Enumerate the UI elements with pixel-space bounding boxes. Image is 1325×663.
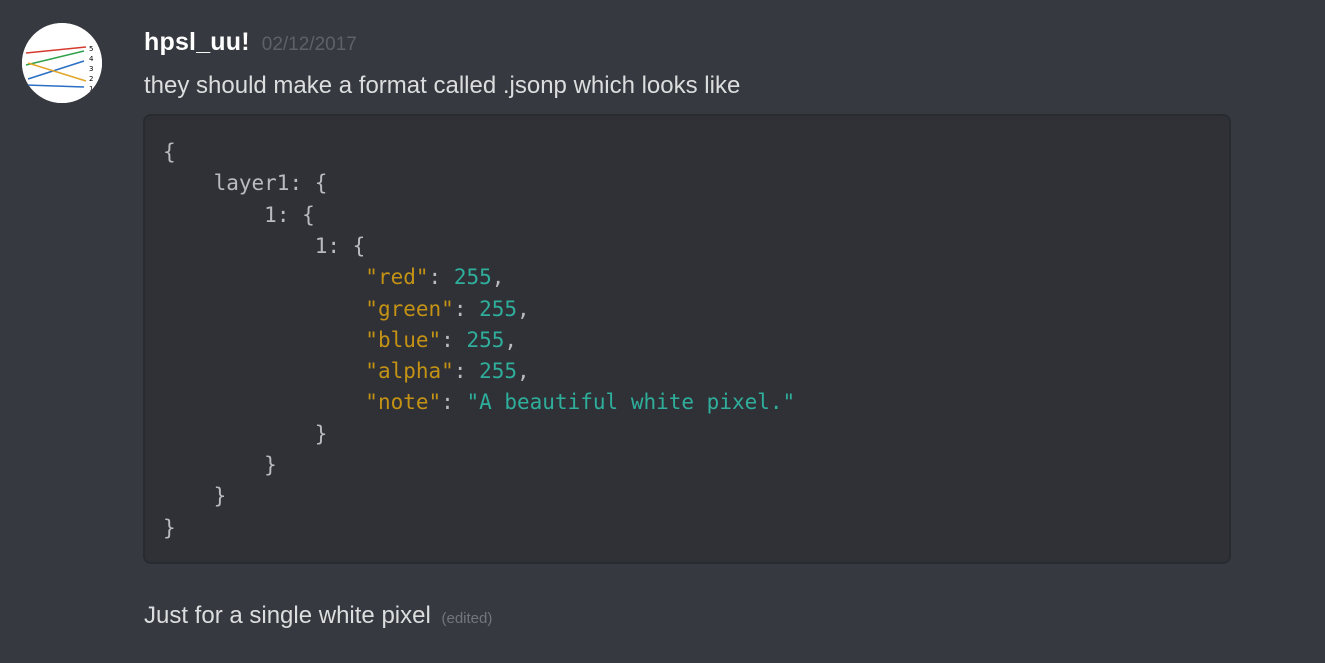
code-line: "blue": 255,: [163, 324, 517, 356]
code-line: layer1: {: [163, 167, 328, 199]
code-token-punct: ,: [517, 296, 530, 321]
svg-text:1: 1: [89, 85, 93, 93]
code-line: }: [163, 418, 328, 450]
code-token-punct: :: [441, 327, 467, 352]
code-token-punct: : {: [327, 233, 366, 258]
code-token-key: "note": [365, 390, 442, 415]
edited-label: (edited): [441, 610, 493, 627]
code-token-plain: 1: [264, 202, 277, 227]
code-token-plain: 1: [314, 233, 328, 258]
avatar[interactable]: 5 4 3 2 1: [22, 23, 102, 103]
code-token-key: "alpha": [365, 359, 454, 384]
message-header: hpsl_uu! 02/12/2017: [144, 28, 357, 62]
message-text-followup: Just for a single white pixel (edited): [144, 602, 492, 630]
code-token-punct: {: [163, 140, 176, 164]
code-line: 1: {: [163, 199, 315, 231]
code-token-punct: :: [441, 390, 467, 415]
svg-text:5: 5: [89, 45, 93, 53]
code-token-punct: }: [163, 515, 176, 540]
svg-text:4: 4: [89, 55, 94, 63]
code-token-punct: ,: [517, 359, 530, 384]
code-line: 1: {: [163, 230, 366, 262]
message-group: 5 4 3 2 1 hpsl_uu! 02/12/2017 they shoul…: [0, 0, 1325, 663]
avatar-graph-icon: 5 4 3 2 1: [22, 23, 102, 103]
message-text: they should make a format called .jsonp …: [144, 72, 741, 99]
code-token-punct: }: [213, 484, 227, 509]
code-line: }: [163, 480, 227, 512]
code-token-key: "red": [365, 265, 429, 290]
code-token-punct: ,: [491, 265, 505, 290]
code-line: "alpha": 255,: [163, 355, 530, 387]
code-token-punct: :: [453, 359, 480, 384]
code-line: "note": "A beautiful white pixel.": [163, 386, 795, 418]
code-token-punct: :: [428, 265, 454, 290]
code-token-punct: }: [314, 421, 328, 446]
code-token-key: "green": [365, 296, 454, 321]
code-token-punct: : {: [276, 202, 315, 227]
code-token-num: 255: [479, 359, 518, 384]
timestamp: 02/12/2017: [261, 34, 357, 55]
code-token-plain: layer1: [213, 171, 290, 196]
code-token-num: 255: [479, 296, 518, 321]
username[interactable]: hpsl_uu!: [144, 28, 250, 57]
svg-text:2: 2: [89, 75, 93, 83]
svg-text:3: 3: [89, 65, 93, 73]
code-line: "red": 255,: [163, 261, 504, 293]
code-token-punct: : {: [289, 171, 328, 196]
code-token-punct: ,: [504, 327, 518, 352]
code-line: {: [163, 136, 176, 168]
code-token-num: 255: [453, 265, 492, 290]
followup-text: Just for a single white pixel: [144, 602, 431, 629]
code-block: { layer1: { 1: { 1: { "red": 255, "green…: [143, 114, 1231, 564]
code-token-punct: }: [264, 453, 277, 477]
code-token-key: "blue": [365, 327, 442, 352]
code-token-punct: :: [453, 296, 480, 321]
code-line: }: [163, 449, 277, 481]
code-line: "green": 255,: [163, 293, 530, 325]
code-token-str: "A beautiful white pixel.": [466, 390, 796, 415]
code-token-num: 255: [466, 327, 505, 352]
code-line: }: [163, 512, 176, 544]
